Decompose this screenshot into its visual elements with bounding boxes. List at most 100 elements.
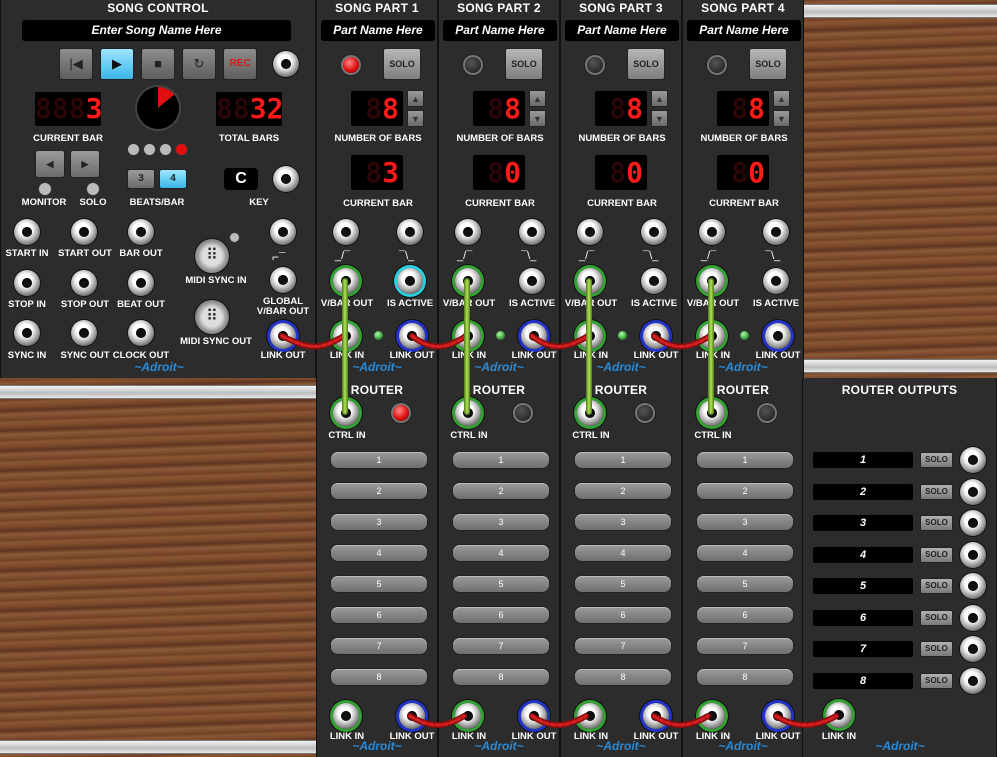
- monitor-led[interactable]: [39, 183, 51, 195]
- router-output-solo-button[interactable]: SOLO: [920, 483, 953, 500]
- router-output-jack[interactable]: [960, 541, 986, 568]
- part-active-lamp[interactable]: [343, 57, 359, 73]
- router-channel-button[interactable]: 2: [575, 483, 671, 499]
- part-active-lamp[interactable]: [587, 57, 603, 73]
- router-link-in-jack[interactable]: [699, 703, 725, 729]
- router-channel-button[interactable]: 8: [697, 669, 793, 685]
- router-output-jack[interactable]: [960, 573, 986, 599]
- ctrl-in-jack[interactable]: [699, 400, 725, 426]
- router-channel-button[interactable]: 2: [331, 483, 427, 499]
- link-out-jack[interactable]: [643, 323, 669, 349]
- part-active-lamp[interactable]: [709, 57, 725, 73]
- stop-out-jack[interactable]: [71, 270, 97, 296]
- router-output-jack[interactable]: [960, 636, 986, 662]
- link-out-jack[interactable]: [765, 323, 791, 349]
- vbar-out-jack[interactable]: [699, 268, 725, 294]
- router-output-solo-button[interactable]: SOLO: [920, 641, 953, 657]
- router-outputs-link-in-jack[interactable]: [826, 702, 852, 728]
- rise-trigger-jack[interactable]: [333, 219, 359, 245]
- router-channel-button[interactable]: 3: [575, 514, 671, 530]
- router-channel-button[interactable]: 7: [453, 638, 549, 654]
- rewind-button[interactable]: |◀: [59, 48, 93, 80]
- router-channel-button[interactable]: 6: [453, 607, 549, 623]
- bars-up-button[interactable]: ▲: [651, 90, 668, 107]
- bars-down-button[interactable]: ▼: [773, 110, 790, 127]
- router-channel-button[interactable]: 1: [575, 452, 671, 468]
- router-output-jack[interactable]: [960, 604, 986, 631]
- router-channel-button[interactable]: 8: [453, 669, 549, 685]
- fall-trigger-jack[interactable]: [519, 219, 545, 245]
- router-status-lamp[interactable]: [393, 405, 409, 421]
- part-name-field[interactable]: Part Name Here: [443, 20, 557, 41]
- router-output-solo-button[interactable]: SOLO: [920, 452, 953, 468]
- router-channel-button[interactable]: 2: [697, 483, 793, 499]
- router-link-out-jack[interactable]: [399, 703, 425, 729]
- bars-down-button[interactable]: ▼: [407, 110, 424, 127]
- router-output-jack[interactable]: [960, 667, 986, 694]
- ctrl-in-jack[interactable]: [577, 400, 603, 426]
- vbar-out-jack[interactable]: [455, 268, 481, 294]
- router-channel-button[interactable]: 4: [331, 545, 427, 561]
- router-channel-button[interactable]: 5: [453, 576, 549, 592]
- rise-trigger-jack[interactable]: [455, 219, 481, 245]
- link-out-jack[interactable]: [270, 323, 296, 349]
- router-status-lamp[interactable]: [515, 405, 531, 421]
- is-active-jack[interactable]: [641, 268, 667, 294]
- router-channel-button[interactable]: 1: [697, 452, 793, 468]
- key-display[interactable]: C: [224, 168, 258, 190]
- link-out-jack[interactable]: [399, 323, 425, 349]
- router-channel-button[interactable]: 1: [453, 452, 549, 468]
- part-name-field[interactable]: Part Name Here: [565, 20, 679, 41]
- router-channel-button[interactable]: 6: [697, 607, 793, 623]
- router-output-jack[interactable]: [960, 447, 986, 473]
- rise-trigger-jack[interactable]: [577, 219, 603, 245]
- monitor-right-button[interactable]: ▶: [70, 150, 100, 178]
- router-link-out-jack[interactable]: [643, 703, 669, 729]
- ctrl-in-jack[interactable]: [455, 400, 481, 426]
- beats-4-button[interactable]: 4: [159, 169, 187, 189]
- router-link-in-jack[interactable]: [333, 703, 359, 729]
- router-output-solo-button[interactable]: SOLO: [920, 609, 953, 626]
- vbar-out-jack[interactable]: [333, 268, 359, 294]
- router-channel-button[interactable]: 4: [453, 545, 549, 561]
- bars-up-button[interactable]: ▲: [773, 90, 790, 107]
- router-output-jack[interactable]: [960, 478, 986, 505]
- is-active-jack[interactable]: [763, 268, 789, 294]
- link-in-jack[interactable]: [455, 323, 481, 349]
- router-output-solo-button[interactable]: SOLO: [920, 672, 953, 689]
- router-output-jack[interactable]: [960, 510, 986, 536]
- stop-button[interactable]: ■: [141, 48, 175, 80]
- router-channel-button[interactable]: 8: [575, 669, 671, 685]
- link-in-jack[interactable]: [577, 323, 603, 349]
- song-name-field[interactable]: Enter Song Name Here: [22, 20, 291, 41]
- router-channel-button[interactable]: 7: [331, 638, 427, 654]
- router-channel-button[interactable]: 5: [575, 576, 671, 592]
- start-out-jack[interactable]: [71, 219, 97, 245]
- fall-trigger-jack[interactable]: [397, 219, 423, 245]
- rise-trigger-jack[interactable]: [699, 219, 725, 245]
- router-channel-button[interactable]: 3: [453, 514, 549, 530]
- fall-trigger-jack[interactable]: [641, 219, 667, 245]
- tempo-dial[interactable]: [137, 87, 179, 129]
- record-button[interactable]: REC: [223, 48, 257, 80]
- beat-out-jack[interactable]: [128, 270, 154, 296]
- part-solo-button[interactable]: SOLO: [505, 48, 543, 80]
- clock-out-jack[interactable]: [128, 320, 154, 346]
- midi-sync-in-port[interactable]: [195, 239, 229, 273]
- router-channel-button[interactable]: 4: [697, 545, 793, 561]
- router-channel-button[interactable]: 3: [697, 514, 793, 530]
- start-in-jack[interactable]: [14, 219, 40, 245]
- bars-up-button[interactable]: ▲: [407, 90, 424, 107]
- solo-led[interactable]: [87, 183, 99, 195]
- is-active-jack[interactable]: [397, 268, 423, 294]
- bars-up-button[interactable]: ▲: [529, 90, 546, 107]
- fall-trigger-jack[interactable]: [763, 219, 789, 245]
- router-channel-button[interactable]: 7: [575, 638, 671, 654]
- key-jack[interactable]: [273, 166, 299, 192]
- router-status-lamp[interactable]: [637, 405, 653, 421]
- part-solo-button[interactable]: SOLO: [383, 48, 421, 80]
- is-active-jack[interactable]: [519, 268, 545, 294]
- global-vbar-out-jack[interactable]: [270, 267, 296, 293]
- monitor-left-button[interactable]: ◀: [35, 150, 65, 178]
- router-output-solo-button[interactable]: SOLO: [920, 546, 953, 563]
